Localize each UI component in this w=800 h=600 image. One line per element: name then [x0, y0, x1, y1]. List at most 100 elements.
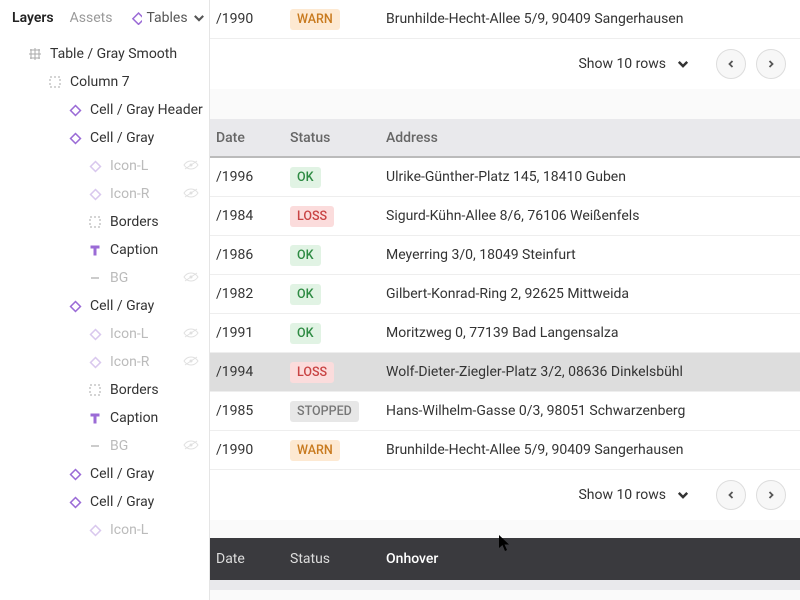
status-badge: OK [290, 167, 321, 188]
dash-icon [88, 271, 102, 285]
table-row[interactable]: /1996OK Ulrike-Günther-Platz 145, 18410 G… [210, 158, 800, 197]
visibility-icon[interactable] [183, 354, 199, 370]
visibility-icon[interactable] [183, 270, 199, 286]
status-badge: OK [290, 245, 321, 266]
cell-date: /1982 [210, 286, 290, 302]
layer-item[interactable]: Borders [0, 376, 209, 404]
cell-status: OK [290, 323, 386, 344]
cell-status: LOSS [290, 362, 386, 383]
visibility-icon[interactable] [183, 438, 199, 454]
next-page-button[interactable] [756, 49, 786, 79]
pager-label[interactable]: Show 10 rows [578, 487, 666, 503]
status-badge: STOPPED [290, 401, 359, 422]
visibility-icon[interactable] [183, 158, 199, 174]
frame-icon [88, 383, 102, 397]
cell-date: /1996 [210, 169, 290, 185]
layer-label: Borders [110, 214, 159, 230]
table-row[interactable]: /1984LOSSSigurd-Kühn-Allee 8/6, 76106 We… [210, 197, 800, 236]
chevron-down-icon[interactable] [676, 488, 690, 502]
table-dark: Date Status Onhover [210, 538, 800, 590]
layer-label: Cell / Gray Header [90, 102, 203, 118]
cell-status: WARN [290, 440, 386, 461]
table-row[interactable]: /1990 WARN Brunhilde-Hecht-Allee 5/9, 90… [210, 0, 800, 39]
visibility-icon[interactable] [183, 186, 199, 202]
table-row[interactable]: /1982OKGilbert-Konrad-Ring 2, 92625 Mitt… [210, 275, 800, 314]
layer-item[interactable]: Icon-R [0, 180, 209, 208]
table-main: Date Status Address /1996OKUlrike-Günthe… [210, 119, 800, 520]
cell-date: /1986 [210, 247, 290, 263]
cell-date: /1985 [210, 403, 290, 419]
cell-address: Gilbert-Konrad-Ring 2, 92625 Mittweida [386, 286, 800, 302]
layer-item[interactable]: Cell / Gray [0, 292, 209, 320]
prev-page-button[interactable] [716, 49, 746, 79]
cell-address: Hans-Wilhelm-Gasse 0/3, 98051 Schwarzenb… [386, 403, 800, 419]
col-date[interactable]: Date [210, 130, 290, 146]
layer-item[interactable]: Icon-L [0, 516, 209, 544]
layer-item[interactable]: Caption [0, 236, 209, 264]
layer-item[interactable]: Borders [0, 208, 209, 236]
cell-address: Sigurd-Kühn-Allee 8/6, 76106 Weißenfels [386, 208, 800, 224]
layer-item[interactable]: BG [0, 432, 209, 460]
tables-label: Tables [146, 10, 187, 26]
layer-item[interactable]: Icon-L [0, 152, 209, 180]
layer-label: Caption [110, 242, 158, 258]
col-onhover[interactable]: Onhover [386, 551, 800, 567]
layer-item[interactable]: Table / Gray Smooth [0, 40, 209, 68]
col-status[interactable]: Status [290, 130, 386, 146]
diamond-icon [88, 355, 102, 369]
visibility-icon[interactable] [183, 326, 199, 342]
layer-label: Cell / Gray [90, 130, 154, 146]
cell-address: Meyerring 3/0, 18049 Steinfurt [386, 247, 800, 263]
panel-tabs: Layers Assets Tables [0, 0, 209, 34]
layer-label: Icon-R [110, 354, 149, 370]
prev-page-button[interactable] [716, 480, 746, 510]
status-badge: OK [290, 323, 321, 344]
canvas: /1990 WARN Brunhilde-Hecht-Allee 5/9, 90… [210, 0, 800, 600]
cell-status: LOSS [290, 206, 386, 227]
layer-label: Icon-L [110, 522, 148, 538]
tab-assets[interactable]: Assets [70, 10, 113, 26]
cell-address: Brunhilde-Hecht-Allee 5/9, 90409 Sangerh… [386, 442, 800, 458]
col-address[interactable]: Address [386, 130, 800, 146]
table-row[interactable]: /1994LOSSWolf-Dieter-Ziegler-Platz 3/2, … [210, 353, 800, 392]
layer-label: Cell / Gray [90, 298, 154, 314]
cell-date: /1990 [210, 11, 290, 27]
table-header-dark: Date Status Onhover [210, 538, 800, 580]
col-status[interactable]: Status [290, 551, 386, 567]
cell-date: /1991 [210, 325, 290, 341]
layer-label: Table / Gray Smooth [50, 46, 177, 62]
table-row[interactable]: /1991OKMoritzweg 0, 77139 Bad Langensalz… [210, 314, 800, 353]
cell-address: Ulrike-Günther-Platz 145, 18410 Guben [386, 169, 800, 185]
layer-item[interactable]: Cell / Gray [0, 460, 209, 488]
table-header: Date Status Address [210, 119, 800, 158]
layer-item[interactable]: Caption [0, 404, 209, 432]
pager-label[interactable]: Show 10 rows [578, 56, 666, 72]
status-badge: WARN [290, 440, 340, 461]
table-top: /1990 WARN Brunhilde-Hecht-Allee 5/9, 90… [210, 0, 800, 89]
cell-date: /1984 [210, 208, 290, 224]
table-row[interactable]: /1990WARNBrunhilde-Hecht-Allee 5/9, 9040… [210, 431, 800, 470]
text-icon [88, 411, 102, 425]
chevron-down-icon[interactable] [676, 57, 690, 71]
layer-item[interactable]: Icon-R [0, 348, 209, 376]
next-page-button[interactable] [756, 480, 786, 510]
col-date[interactable]: Date [210, 551, 290, 567]
diamond-icon [68, 495, 82, 509]
layer-item[interactable]: Cell / Gray [0, 124, 209, 152]
layer-item[interactable]: Column 7 [0, 68, 209, 96]
tab-tables[interactable]: Tables [128, 10, 205, 26]
tab-layers[interactable]: Layers [12, 10, 54, 26]
status-badge: LOSS [290, 362, 334, 383]
layer-label: Icon-L [110, 158, 148, 174]
layer-label: Icon-L [110, 326, 148, 342]
diamond-icon [88, 327, 102, 341]
table-row[interactable]: /1986OK Meyerring 3/0, 18049 Steinfurt [210, 236, 800, 275]
layer-label: Borders [110, 382, 159, 398]
layer-item[interactable]: BG [0, 264, 209, 292]
layer-item[interactable]: Cell / Gray [0, 488, 209, 516]
tables-icon [128, 11, 142, 25]
diamond-icon [88, 523, 102, 537]
layer-item[interactable]: Icon-L [0, 320, 209, 348]
table-row[interactable]: /1985STOPPED Hans-Wilhelm-Gasse 0/3, 9805… [210, 392, 800, 431]
layer-item[interactable]: Cell / Gray Header [0, 96, 209, 124]
